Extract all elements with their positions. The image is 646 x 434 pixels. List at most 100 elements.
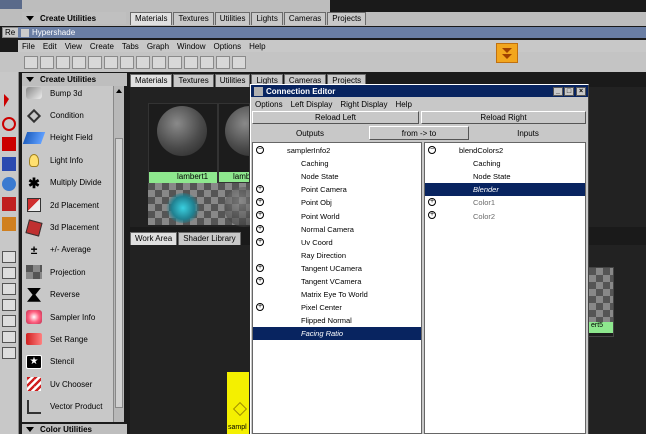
toolbar-icon-12[interactable] (200, 55, 214, 69)
utility-node-bump-3d[interactable]: Bump 3d (22, 86, 113, 104)
ce-menu-right-display[interactable]: Right Display (336, 100, 391, 109)
left-attr-row[interactable]: + Tangent VCamera (253, 275, 421, 288)
menu-create[interactable]: Create (86, 42, 118, 51)
scroll-thumb[interactable] (115, 138, 123, 408)
utility-node-2d-placement[interactable]: 2d Placement (22, 194, 113, 216)
move-icon[interactable] (2, 157, 16, 171)
utility-node-light-info[interactable]: Light Info (22, 149, 113, 171)
close-icon[interactable]: × (576, 86, 586, 96)
menu-graph[interactable]: Graph (143, 42, 173, 51)
tab-shader-library[interactable]: Shader Library (178, 232, 241, 245)
toolbar-icon-2[interactable] (40, 55, 54, 69)
reload-right-button[interactable]: Reload Right (421, 111, 586, 124)
checker-swatch-1[interactable] (148, 183, 218, 225)
maximize-icon[interactable]: □ (564, 86, 574, 96)
menu-options[interactable]: Options (210, 42, 246, 51)
lasso-icon[interactable] (2, 117, 16, 131)
layout-vert-icon[interactable] (2, 299, 16, 311)
layout-single-icon[interactable] (2, 251, 16, 263)
utility-node-uv-chooser[interactable]: Uv Chooser (22, 373, 113, 395)
outer-create-utilities-header[interactable]: Create Utilities (22, 12, 126, 24)
expand-icon[interactable]: + (256, 237, 264, 246)
right-attr-row[interactable]: Blender (425, 183, 585, 197)
toolbar-icon-3[interactable] (56, 55, 70, 69)
collapse-icon[interactable]: − (256, 146, 264, 154)
scroll-up-icon[interactable] (116, 89, 122, 93)
toolbar-icon-6[interactable] (104, 55, 118, 69)
left-attr-row[interactable]: Node State (253, 170, 421, 183)
left-node-row[interactable]: − samplerInfo2 (253, 144, 421, 157)
checker-swatch-2[interactable] (218, 183, 264, 227)
select-arrow-icon[interactable] (4, 94, 9, 107)
left-attr-row[interactable]: + Point Obj (253, 196, 421, 209)
expand-icon[interactable]: + (256, 224, 264, 233)
left-attr-row[interactable]: + Tangent UCamera (253, 262, 421, 275)
utility-node-set-range[interactable]: Set Range (22, 328, 113, 350)
menu-view[interactable]: View (61, 42, 86, 51)
utility-node-stencil[interactable]: ★ Stencil (22, 351, 113, 373)
toolbar-icon-9[interactable] (152, 55, 166, 69)
toolbar-icon-4[interactable] (72, 55, 86, 69)
right-attr-row[interactable]: + Color1 (425, 196, 585, 209)
outer-tab-projects[interactable]: Projects (327, 12, 367, 25)
left-attr-row[interactable]: + Point Camera (253, 183, 421, 196)
paint-icon[interactable] (2, 137, 16, 151)
toolbar-icon-7[interactable] (120, 55, 134, 69)
swatch-lambert1[interactable]: lambert1 (148, 103, 218, 184)
scale-icon[interactable] (2, 197, 16, 211)
tab-utilities[interactable]: Utilities (214, 74, 251, 87)
utility-node-vector-product[interactable]: Vector Product (22, 395, 113, 417)
left-attr-row[interactable]: + Pixel Center (253, 301, 421, 314)
right-attr-row[interactable]: Caching (425, 157, 585, 170)
left-attr-row[interactable]: + Uv Coord (253, 236, 421, 249)
utility-node-condition[interactable]: Condition (22, 104, 113, 126)
ce-titlebar[interactable]: Connection Editor _ □ × (251, 85, 588, 97)
toolbar-icon-5[interactable] (88, 55, 102, 69)
left-attr-row[interactable]: Matrix Eye To World (253, 288, 421, 301)
utility-node-sampler-info[interactable]: Sampler Info (22, 306, 113, 328)
minimize-icon[interactable]: _ (553, 86, 563, 96)
menu-edit[interactable]: Edit (39, 42, 61, 51)
work-node-yellow[interactable]: sampl (227, 372, 249, 434)
utility-node-height-field[interactable]: Height Field (22, 127, 113, 149)
left-attr-row[interactable]: Facing Ratio (253, 327, 421, 341)
manip-icon[interactable] (2, 217, 16, 231)
expand-icon[interactable]: + (256, 276, 264, 285)
layout-quad-icon[interactable] (2, 267, 16, 279)
outer-tab-utilities[interactable]: Utilities (214, 12, 251, 25)
reload-left-button[interactable]: Reload Left (252, 111, 419, 124)
utility-node-multiply-divide[interactable]: ✱ Multiply Divide (22, 172, 113, 194)
left-attr-row[interactable]: + Normal Camera (253, 223, 421, 236)
chevron-down-icon[interactable] (496, 43, 518, 63)
swatch-lambert2[interactable]: lamb (218, 103, 250, 183)
toolbar-icon-11[interactable] (184, 55, 198, 69)
layout-outliner-icon[interactable] (2, 315, 16, 327)
outer-tab-materials[interactable]: Materials (130, 12, 173, 25)
outer-tab-lights[interactable]: Lights (251, 12, 283, 25)
layout-persp-icon[interactable] (2, 347, 16, 359)
right-node-row[interactable]: − blendColors2 (425, 144, 585, 157)
toolbar-icon-10[interactable] (168, 55, 182, 69)
menu-window[interactable]: Window (173, 42, 209, 51)
tab-textures[interactable]: Textures (173, 74, 214, 87)
menu-tabs[interactable]: Tabs (118, 42, 143, 51)
from-to-button[interactable]: from -> to (369, 126, 469, 140)
right-attr-row[interactable]: Node State (425, 170, 585, 183)
left-attr-row[interactable]: Ray Direction (253, 249, 421, 262)
hypershade-titlebar[interactable]: Hypershade (18, 27, 646, 38)
outer-tab-textures[interactable]: Textures (173, 12, 214, 25)
utility-node-projection[interactable]: Projection (22, 261, 113, 283)
expand-icon[interactable]: + (256, 263, 264, 272)
node-list-scrollbar[interactable] (113, 86, 124, 422)
layout-split-icon[interactable] (2, 283, 16, 295)
toolbar-icon-8[interactable] (136, 55, 150, 69)
utility-node-reverse[interactable]: Reverse (22, 284, 113, 306)
color-utilities-header[interactable]: Color Utilities (22, 424, 127, 434)
rotate-icon[interactable] (2, 177, 16, 191)
menu-help[interactable]: Help (245, 42, 269, 51)
utility-node-3d-placement[interactable]: 3d Placement (22, 216, 113, 238)
utility-node-plus-minus-average[interactable]: ± +/- Average (22, 239, 113, 261)
outer-tab-cameras[interactable]: Cameras (283, 12, 327, 25)
toolbar-icon-13[interactable] (216, 55, 230, 69)
ce-menu-left-display[interactable]: Left Display (287, 100, 337, 109)
